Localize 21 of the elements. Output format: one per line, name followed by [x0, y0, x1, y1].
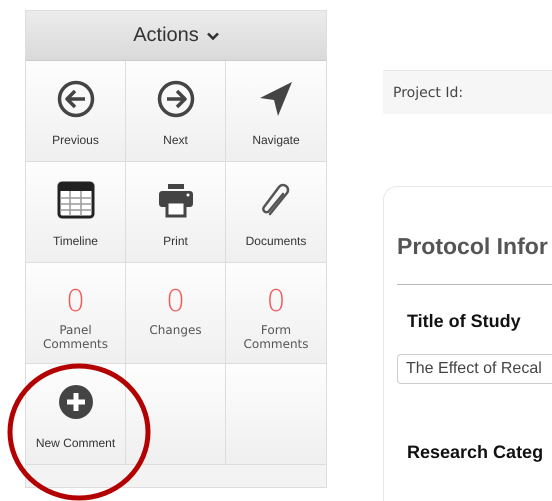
comment-link[interactable]: Panel Comments — [36, 323, 116, 351]
action-tile[interactable]: Previous — [26, 61, 126, 162]
left-arrow-circle-icon — [56, 79, 96, 119]
action-tile[interactable]: Print — [126, 162, 226, 263]
right-arrow-circle-icon — [156, 79, 196, 119]
field-label: Research Categ — [407, 442, 544, 463]
comment-link[interactable]: Changes — [136, 323, 216, 337]
section-heading: Protocol Infor — [397, 233, 549, 260]
comment-count: 0 — [66, 285, 86, 319]
caret-icon — [206, 32, 219, 40]
comment-link[interactable]: Form Comments — [236, 323, 316, 351]
comment-count: 0 — [266, 285, 286, 319]
comment-count: 0 — [166, 285, 186, 319]
action-tile[interactable]: Next — [126, 61, 226, 162]
action-tile[interactable]: Timeline — [26, 162, 126, 263]
action-tile[interactable]: New Comment — [26, 364, 126, 465]
field-label: Title of Study — [407, 311, 522, 332]
table-icon — [56, 180, 96, 220]
project-id-label: Project Id: — [393, 84, 464, 100]
input-field[interactable]: The Effect of Recal — [397, 354, 552, 384]
actions-dropdown[interactable]: Actions — [26, 11, 326, 61]
